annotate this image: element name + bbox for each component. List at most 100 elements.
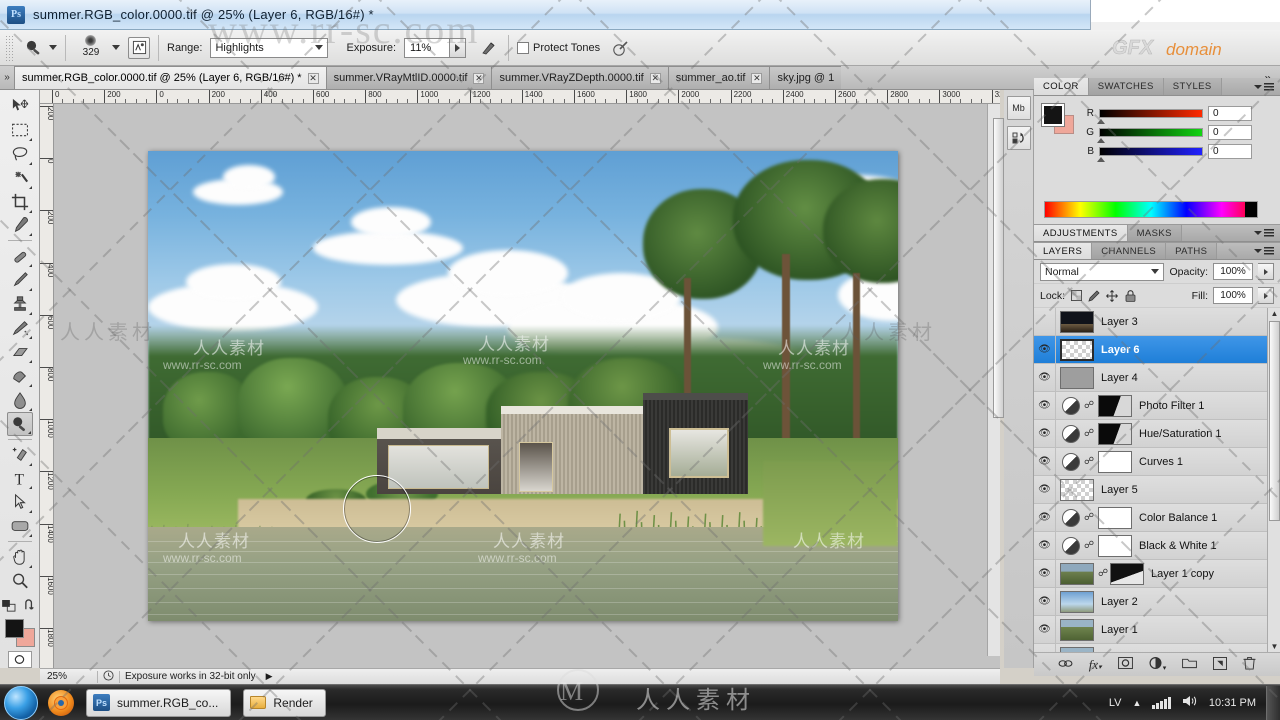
adjustment-layer-icon-3[interactable] [1062, 396, 1080, 415]
volume-icon[interactable] [1182, 694, 1198, 711]
layer-thumbnail-11[interactable] [1060, 618, 1094, 641]
eraser-tool-icon[interactable] [7, 340, 33, 364]
blur-tool-icon[interactable] [7, 388, 33, 412]
status-more-arrow[interactable]: ▶ [266, 671, 273, 682]
slider-track-g[interactable] [1097, 128, 1203, 143]
slider-track-r[interactable] [1097, 109, 1203, 124]
protect-tones-group[interactable]: Protect Tones [517, 41, 600, 54]
layer-visibility-toggle-5[interactable]: 👁 [1034, 447, 1056, 476]
tray-show-hidden-icon[interactable]: ▲ [1132, 698, 1141, 708]
lock-all-icon[interactable] [1124, 289, 1136, 302]
layer-row-10[interactable]: 👁 Layer 2 [1034, 587, 1280, 616]
history-brush-tool-icon[interactable] [7, 316, 33, 340]
layer-mask-thumbnail-3[interactable] [1098, 394, 1132, 417]
layer-visibility-toggle-0[interactable] [1034, 308, 1056, 336]
tab-layers[interactable]: LAYERS [1034, 243, 1093, 259]
pen-tool-icon[interactable] [7, 443, 33, 467]
mask-link-icon-5[interactable]: ☍ [1084, 456, 1094, 467]
layers-scroll-down-arrow[interactable]: ▼ [1270, 642, 1279, 651]
layer-visibility-toggle-12[interactable]: 👁 [1034, 643, 1056, 652]
spot-healing-tool-icon[interactable] [7, 244, 33, 268]
layer-visibility-toggle-9[interactable]: 👁 [1034, 559, 1056, 588]
layer-row-6[interactable]: 👁 Layer 5 [1034, 475, 1280, 504]
layer-thumbnail-10[interactable] [1060, 590, 1094, 613]
canvas-vertical-scrollbar[interactable] [987, 104, 1004, 656]
layer-mask-thumbnail-9[interactable] [1110, 562, 1144, 585]
tablet-pressure-toggle[interactable] [610, 37, 632, 59]
color-panel-foreground-swatch[interactable] [1041, 103, 1065, 127]
tab-adjustments[interactable]: ADJUSTMENTS [1034, 225, 1128, 241]
show-desktop-button[interactable] [1266, 685, 1280, 720]
opacity-input[interactable]: 100% [1213, 263, 1253, 280]
exposure-input[interactable]: 11% [404, 37, 451, 58]
shape-tool-icon[interactable] [7, 514, 33, 538]
delete-layer-button[interactable] [1243, 656, 1256, 673]
opacity-stepper[interactable] [1258, 263, 1274, 280]
mask-link-icon-9[interactable]: ☍ [1098, 568, 1108, 579]
layer-visibility-toggle-2[interactable]: 👁 [1034, 363, 1056, 392]
layer-row-3[interactable]: 👁 ☍ Photo Filter 1 [1034, 391, 1280, 420]
layers-scroll-thumb[interactable] [1269, 321, 1280, 521]
tray-language[interactable]: LV [1109, 697, 1122, 709]
swap-colors-icon[interactable] [24, 599, 37, 615]
vertical-scroll-thumb[interactable] [993, 118, 1004, 418]
tab-4[interactable]: sky.jpg @ 1 [769, 66, 842, 89]
layer-visibility-toggle-10[interactable]: 👁 [1034, 587, 1056, 616]
mask-link-icon-3[interactable]: ☍ [1084, 400, 1094, 411]
link-layers-button[interactable] [1058, 658, 1073, 672]
canvas-area[interactable]: 人人素材 www.rr-sc.com 人人素材 www.rr-sc.com 人人… [54, 104, 1000, 668]
tab-1[interactable]: summer.VRayMtlID.0000.tif ✕ [325, 66, 492, 89]
tab-masks[interactable]: MASKS [1127, 225, 1182, 241]
layer-visibility-toggle-3[interactable]: 👁 [1034, 391, 1056, 420]
layer-visibility-toggle-11[interactable]: 👁 [1034, 615, 1056, 644]
layer-thumbnail-12[interactable] [1060, 646, 1094, 652]
layer-visibility-toggle-7[interactable]: 👁 [1034, 503, 1056, 532]
layer-row-1[interactable]: 👁 Layer 6 [1034, 335, 1280, 364]
layer-row-11[interactable]: 👁 Layer 1 [1034, 615, 1280, 644]
tab-0[interactable]: summer.RGB_color.0000.tif @ 25% (Layer 6… [14, 66, 326, 89]
mask-link-icon-4[interactable]: ☍ [1084, 428, 1094, 439]
layer-thumbnail-1[interactable] [1060, 338, 1094, 361]
layer-thumbnail-9[interactable] [1060, 562, 1094, 585]
color-spectrum-ramp[interactable] [1044, 201, 1258, 218]
zoom-level[interactable]: 25% [40, 671, 92, 682]
fill-input[interactable]: 100% [1213, 287, 1253, 304]
brush-tool-icon[interactable] [7, 268, 33, 292]
new-adjustment-layer-button[interactable]: ▾ [1149, 656, 1166, 673]
brush-preset-picker[interactable]: 329 [74, 33, 120, 63]
tab-close-icon-1[interactable]: ✕ [473, 72, 485, 84]
layer-thumbnail-6[interactable] [1060, 478, 1094, 501]
adjustment-layer-icon-8[interactable] [1062, 536, 1080, 555]
color-panel-menu-button[interactable] [1254, 78, 1280, 95]
quick-mask-icon[interactable] [7, 650, 32, 669]
layer-row-2[interactable]: 👁 Layer 4 [1034, 363, 1280, 392]
taskbar-render-folder[interactable]: Render [243, 688, 326, 717]
slider-value-g[interactable]: 0 [1208, 125, 1252, 140]
tab-3[interactable]: summer_ao.tif ✕ [667, 66, 770, 89]
crop-tool-icon[interactable] [7, 190, 33, 214]
tray-clock[interactable]: 10:31 PM [1209, 697, 1256, 709]
hand-tool-icon[interactable] [7, 545, 33, 569]
layers-scroll-up-arrow[interactable]: ▲ [1270, 309, 1279, 318]
clone-stamp-tool-icon[interactable] [7, 292, 33, 316]
adjustment-layer-icon-5[interactable] [1062, 452, 1080, 471]
layer-thumbnail-2[interactable] [1060, 366, 1094, 389]
lasso-tool-icon[interactable] [7, 142, 33, 166]
windows-start-orb[interactable] [4, 685, 38, 720]
screen-mode-icon[interactable] [2, 599, 16, 615]
type-tool-icon[interactable]: T [7, 467, 33, 491]
layer-visibility-toggle-4[interactable]: 👁 [1034, 419, 1056, 448]
mini-bridge-button[interactable]: Mb [1006, 96, 1031, 120]
layer-mask-thumbnail-7[interactable] [1098, 506, 1132, 529]
firefox-icon[interactable] [48, 689, 74, 716]
taskbar-photoshop[interactable]: Ps summer.RGB_co... [86, 688, 232, 717]
layers-panel-menu-button[interactable] [1254, 243, 1280, 259]
new-group-button[interactable] [1182, 657, 1198, 672]
lock-transparent-pixels-icon[interactable] [1070, 290, 1082, 302]
dodge-burn-tool-icon[interactable] [6, 411, 33, 436]
layers-scrollbar[interactable]: ▲ ▼ [1267, 308, 1280, 652]
history-button[interactable] [1006, 126, 1031, 150]
lock-image-pixels-icon[interactable] [1088, 289, 1100, 302]
layer-row-7[interactable]: 👁 ☍ Color Balance 1 [1034, 503, 1280, 532]
slider-value-r[interactable]: 0 [1208, 106, 1252, 121]
